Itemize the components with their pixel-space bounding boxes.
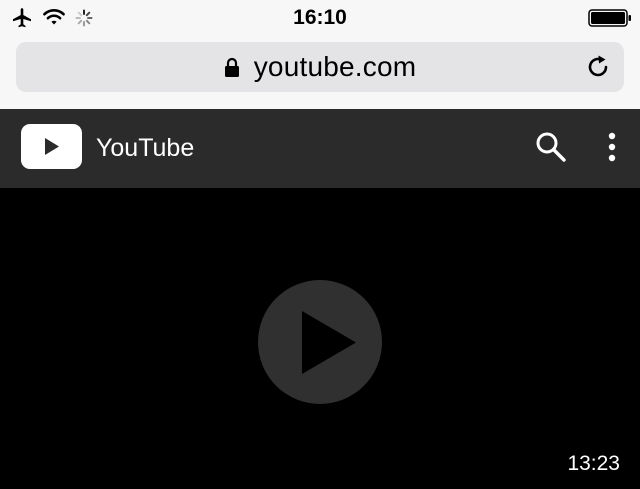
youtube-title[interactable]: YouTube xyxy=(96,134,194,163)
url-text: youtube.com xyxy=(253,51,417,82)
status-bar: 16:10 xyxy=(0,0,640,36)
youtube-header: YouTube xyxy=(0,109,640,188)
search-icon[interactable] xyxy=(534,130,568,164)
youtube-play-logo-icon[interactable] xyxy=(21,124,82,169)
browser-toolbar: youtube.com xyxy=(0,36,640,109)
address-bar[interactable]: youtube.com xyxy=(16,42,624,92)
play-icon xyxy=(302,311,356,374)
video-duration: 13:23 xyxy=(567,452,620,475)
lock-icon xyxy=(224,57,239,77)
status-time: 16:10 xyxy=(293,6,347,29)
battery-icon xyxy=(588,9,631,27)
more-vertical-icon[interactable] xyxy=(604,132,620,164)
video-player[interactable]: 13:23 xyxy=(0,188,640,489)
play-button[interactable] xyxy=(258,280,382,404)
reload-icon[interactable] xyxy=(584,53,612,81)
